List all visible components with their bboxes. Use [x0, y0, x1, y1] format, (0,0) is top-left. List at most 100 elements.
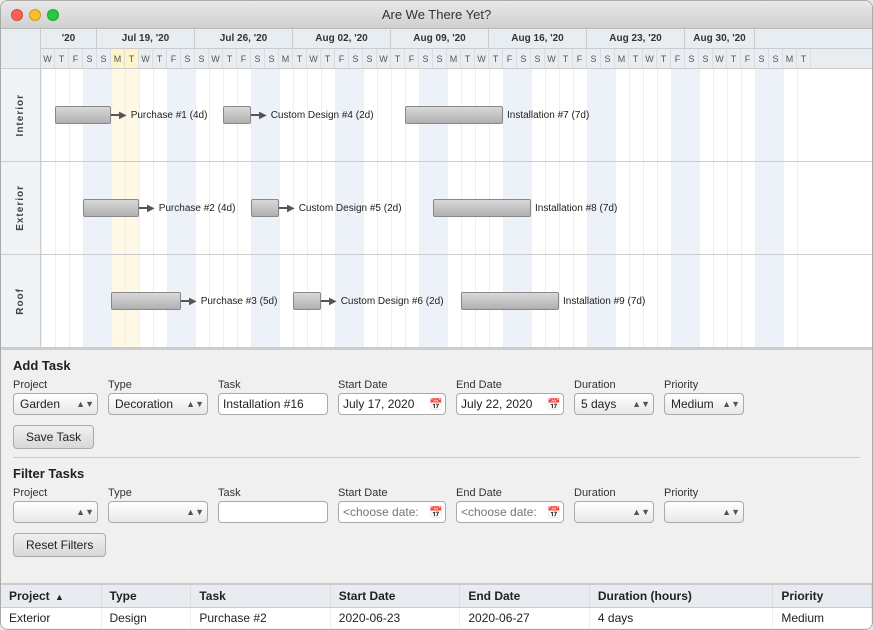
type-select-wrapper: Decoration Design Purchase Installation …	[108, 393, 208, 415]
gantt-bar-1-0: ▶Purchase #2 (4d)	[83, 199, 235, 217]
filter-tasks-row: Project Garden Interior Exterior Roof ▲▼	[13, 487, 860, 523]
gantt-bar-2-2: Installation #9 (7d)	[461, 292, 645, 310]
duration-select[interactable]: 5 days 1 day 2 days 3 days 4 days 6 days…	[574, 393, 654, 415]
filter-end-date-input[interactable]	[456, 501, 564, 523]
save-task-button[interactable]: Save Task	[13, 425, 94, 449]
weekend-col	[755, 69, 769, 161]
day-label-42: T	[629, 49, 643, 69]
day-label-39: S	[587, 49, 601, 69]
col-header-duration[interactable]: Duration (hours)	[589, 585, 772, 608]
project-label: Project	[13, 379, 98, 391]
filter-duration-select[interactable]	[574, 501, 654, 523]
reset-filters-button[interactable]: Reset Filters	[13, 533, 106, 557]
gantt-row-1: ▶Purchase #2 (4d)▶Custom Design #5 (2d)I…	[41, 162, 872, 255]
project-select[interactable]: Garden Interior Exterior Roof	[13, 393, 98, 415]
filter-end-date-label: End Date	[456, 487, 564, 499]
minimize-button[interactable]	[29, 9, 41, 21]
day-label-9: F	[167, 49, 181, 69]
filter-end-date-field: End Date 📅	[456, 487, 564, 523]
day-label-45: F	[671, 49, 685, 69]
filter-type-label: Type	[108, 487, 208, 499]
bar-label-0-0: Purchase #1 (4d)	[131, 110, 208, 121]
week-label-3: Aug 02, '20	[293, 29, 391, 48]
form-area: Add Task Project Garden Interior Exterio…	[1, 349, 872, 583]
task-label: Task	[218, 379, 328, 391]
filter-priority-field: Priority Low Medium High ▲▼	[664, 487, 744, 523]
day-label-13: T	[223, 49, 237, 69]
filter-duration-wrapper: ▲▼	[574, 501, 654, 523]
filter-priority-select[interactable]: Low Medium High	[664, 501, 744, 523]
gantt-bar-1-1: ▶Custom Design #5 (2d)	[251, 199, 402, 217]
start-date-input[interactable]	[338, 393, 446, 415]
filter-duration-label: Duration	[574, 487, 654, 499]
week-label-5: Aug 16, '20	[489, 29, 587, 48]
weekend-col	[671, 69, 685, 161]
row-label-roof: Roof	[1, 255, 40, 348]
row-label-exterior: Exterior	[1, 162, 40, 255]
priority-select-wrapper: Medium Low High ▲▼	[664, 393, 744, 415]
cell-end-date: 2020-06-27	[460, 608, 590, 629]
cell-duration: 4 days	[589, 608, 772, 629]
day-label-14: F	[237, 49, 251, 69]
close-button[interactable]	[11, 9, 23, 21]
col-header-priority[interactable]: Priority	[773, 585, 872, 608]
day-label-25: T	[391, 49, 405, 69]
section-divider	[13, 457, 860, 458]
type-select[interactable]: Decoration Design Purchase Installation	[108, 393, 208, 415]
filter-start-date-label: Start Date	[338, 487, 446, 499]
col-header-end-date[interactable]: End Date	[460, 585, 590, 608]
data-table-area: Project ▲ Type Task Start Date	[1, 583, 872, 629]
filter-type-field: Type Decoration Design Purchase Installa…	[108, 487, 208, 523]
day-label-20: T	[321, 49, 335, 69]
weekend-col	[601, 69, 615, 161]
filter-task-input[interactable]	[218, 501, 328, 523]
filter-task-label: Task	[218, 487, 328, 499]
type-label: Type	[108, 379, 208, 391]
day-label-29: M	[447, 49, 461, 69]
day-label-19: W	[307, 49, 321, 69]
gantt-bar-2-1: ▶Custom Design #6 (2d)	[293, 292, 444, 310]
cell-start-date: 2020-06-23	[330, 608, 460, 629]
day-label-44: T	[657, 49, 671, 69]
filter-priority-wrapper: Low Medium High ▲▼	[664, 501, 744, 523]
col-header-project[interactable]: Project ▲	[1, 585, 101, 608]
filter-project-field: Project Garden Interior Exterior Roof ▲▼	[13, 487, 98, 523]
week-label-6: Aug 23, '20	[587, 29, 685, 48]
bar-label-2-1: Custom Design #6 (2d)	[341, 296, 444, 307]
gantt-bar-2-0: ▶Purchase #3 (5d)	[111, 292, 277, 310]
filter-priority-label: Priority	[664, 487, 744, 499]
filter-type-select[interactable]: Decoration Design Purchase Installation	[108, 501, 208, 523]
week-label-7: Aug 30, '20	[685, 29, 755, 48]
end-date-field: End Date 📅	[456, 379, 564, 415]
day-label-21: F	[335, 49, 349, 69]
duration-select-wrapper: 5 days 1 day 2 days 3 days 4 days 6 days…	[574, 393, 654, 415]
maximize-button[interactable]	[47, 9, 59, 21]
day-label-49: T	[727, 49, 741, 69]
day-label-16: S	[265, 49, 279, 69]
gantt-bar-0-2: Installation #7 (7d)	[405, 106, 589, 124]
day-label-26: F	[405, 49, 419, 69]
filter-project-select[interactable]: Garden Interior Exterior Roof	[13, 501, 98, 523]
type-field: Type Decoration Design Purchase Installa…	[108, 379, 208, 415]
task-input[interactable]	[218, 393, 328, 415]
gantt-row-0: ▶Purchase #1 (4d)▶Custom Design #4 (2d)I…	[41, 69, 872, 162]
add-task-title: Add Task	[13, 358, 860, 373]
week-label-0: '20	[41, 29, 97, 48]
filter-project-wrapper: Garden Interior Exterior Roof ▲▼	[13, 501, 98, 523]
priority-select[interactable]: Medium Low High	[664, 393, 744, 415]
day-label-48: W	[713, 49, 727, 69]
day-label-10: S	[181, 49, 195, 69]
day-label-3: S	[83, 49, 97, 69]
project-select-wrapper: Garden Interior Exterior Roof ▲▼	[13, 393, 98, 415]
day-label-8: T	[153, 49, 167, 69]
col-header-start-date[interactable]: Start Date	[330, 585, 460, 608]
weekend-col	[769, 255, 783, 347]
filter-start-date-input[interactable]	[338, 501, 446, 523]
end-date-input[interactable]	[456, 393, 564, 415]
day-label-18: T	[293, 49, 307, 69]
col-header-type[interactable]: Type	[101, 585, 191, 608]
bar-label-1-1: Custom Design #5 (2d)	[299, 203, 402, 214]
week-label-2: Jul 26, '20	[195, 29, 293, 48]
col-header-task[interactable]: Task	[191, 585, 330, 608]
duration-field: Duration 5 days 1 day 2 days 3 days 4 da…	[574, 379, 654, 415]
